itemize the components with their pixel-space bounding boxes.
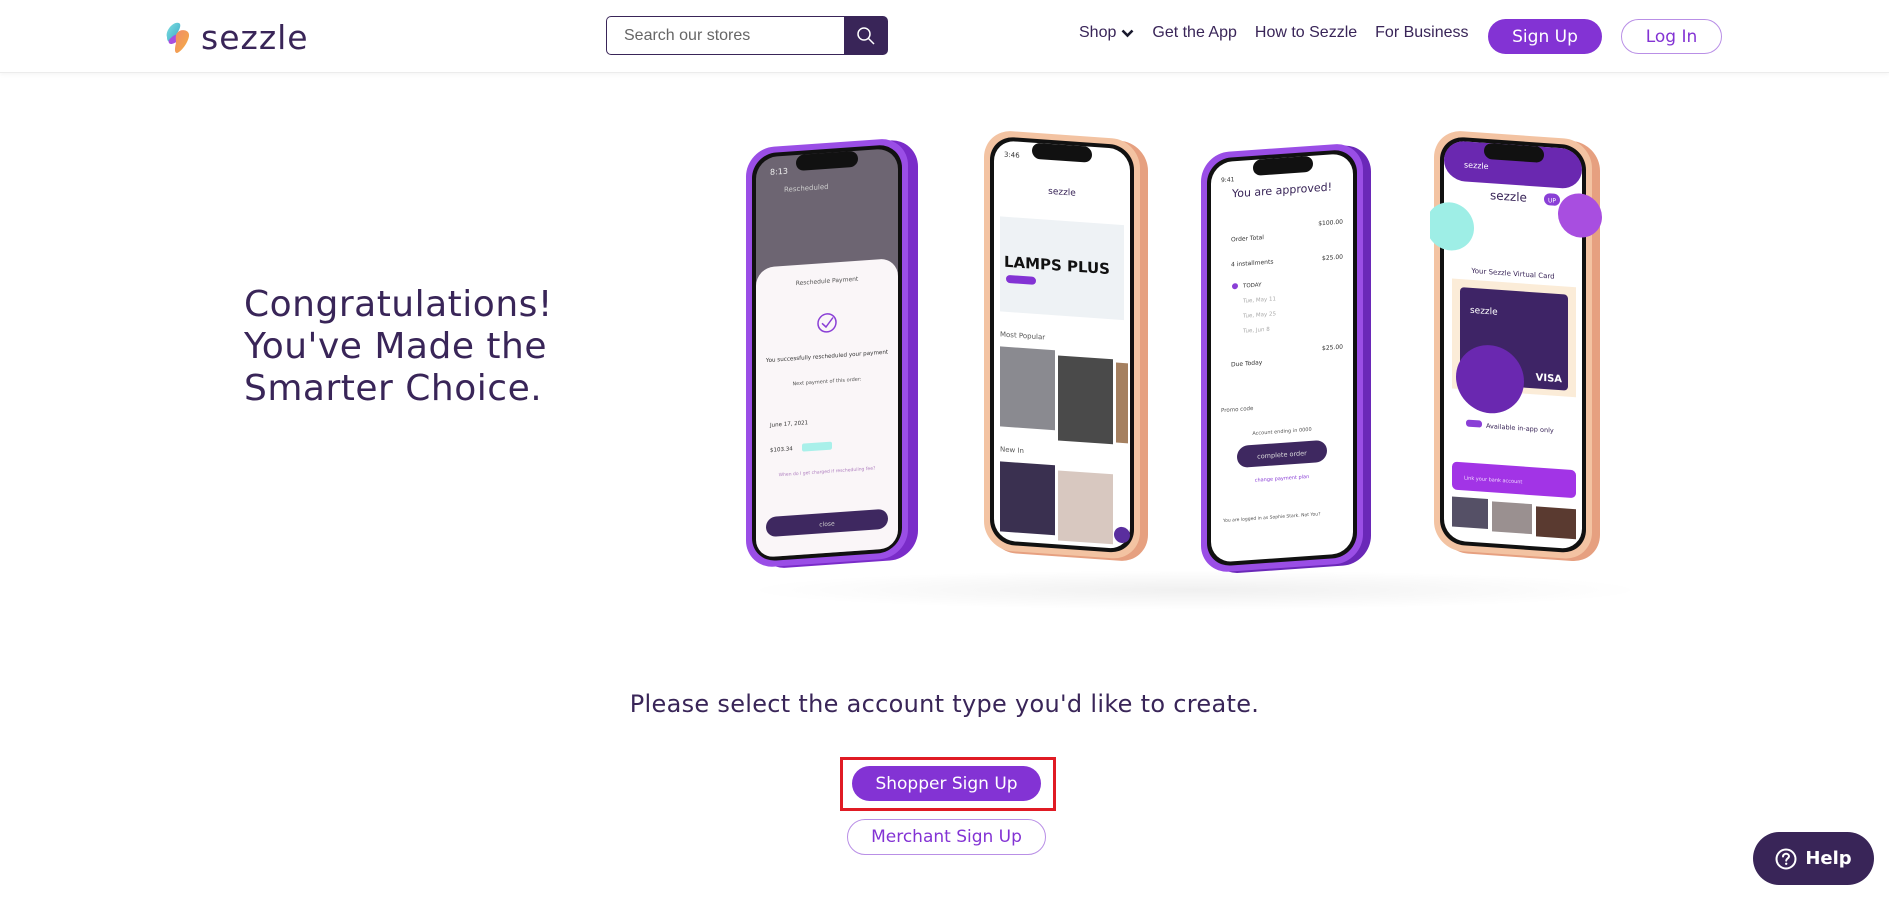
store-search [606, 16, 888, 55]
phone-checkout-approved: 9:41 You are approved! Order Total $100.… [1201, 144, 1371, 573]
phone-reschedule-payment: 8:13 Rescheduled Reschedule Payment You … [746, 139, 918, 568]
phone2-section2: New In [1000, 445, 1024, 455]
phones-shadow [740, 570, 1650, 610]
phone4-brand: sezzle [1464, 160, 1489, 171]
nav-get-the-app[interactable]: Get the App [1152, 24, 1237, 42]
phone3-installment-amount: $25.00 [1322, 254, 1343, 262]
phone1-close-button: close [819, 520, 835, 528]
shopper-sign-up-button[interactable]: Shopper Sign Up [852, 766, 1041, 801]
header-log-in-button[interactable]: Log In [1621, 19, 1722, 54]
phone4-card-brand: sezzle [1470, 306, 1498, 318]
hero-title: Congratulations! You've Made the Smarter… [244, 284, 553, 410]
hero-title-line: Smarter Choice. [244, 368, 543, 409]
nav-for-business[interactable]: For Business [1375, 24, 1468, 42]
help-label: Help [1805, 848, 1852, 869]
account-type-prompt: Please select the account type you'd lik… [629, 690, 1260, 718]
logo-text: sezzle [201, 17, 309, 57]
phone4-card-network: VISA [1536, 372, 1563, 385]
nav-shop-label: Shop [1079, 24, 1117, 41]
phone2-time: 3:46 [1004, 151, 1020, 160]
merchant-sign-up-button[interactable]: Merchant Sign Up [847, 819, 1046, 855]
question-circle-icon [1775, 848, 1797, 869]
phone2-brand: sezzle [1048, 187, 1076, 199]
header-sign-up-button[interactable]: Sign Up [1488, 19, 1602, 54]
phone1-time: 8:13 [770, 167, 788, 177]
help-button[interactable]: Help [1753, 832, 1874, 885]
phone4-promo-brand: sezzle [1490, 188, 1527, 205]
chevron-down-icon [1121, 29, 1134, 38]
app-phones-illustration: 8:13 Rescheduled Reschedule Payment You … [740, 125, 1650, 610]
hero-title-line: Congratulations! [244, 284, 553, 325]
phone3-due-today: $25.00 [1322, 344, 1343, 352]
phone3-time: 9:41 [1221, 176, 1235, 184]
main-nav: Shop Get the App How to Sezzle For Busin… [1079, 24, 1487, 42]
nav-shop[interactable]: Shop [1079, 24, 1134, 42]
hero-title-line: You've Made the [244, 326, 547, 367]
site-header: sezzle Shop Get the App How to Sezzle Fo… [0, 0, 1889, 73]
search-input[interactable] [606, 16, 844, 55]
search-button[interactable] [844, 16, 888, 55]
phone4-promo-badge: UP [1548, 197, 1556, 205]
sezzle-logo-icon [166, 22, 190, 53]
phone-store-browse: 3:46 sezzle LAMPS PLUS Most Popular New … [984, 131, 1148, 561]
phone-virtual-card: sezzle sezzle UP Your Sezzle Virtual Car… [1430, 131, 1602, 562]
search-icon [857, 26, 875, 45]
sezzle-logo[interactable]: sezzle [163, 17, 309, 57]
nav-how-to-sezzle[interactable]: How to Sezzle [1255, 24, 1357, 42]
